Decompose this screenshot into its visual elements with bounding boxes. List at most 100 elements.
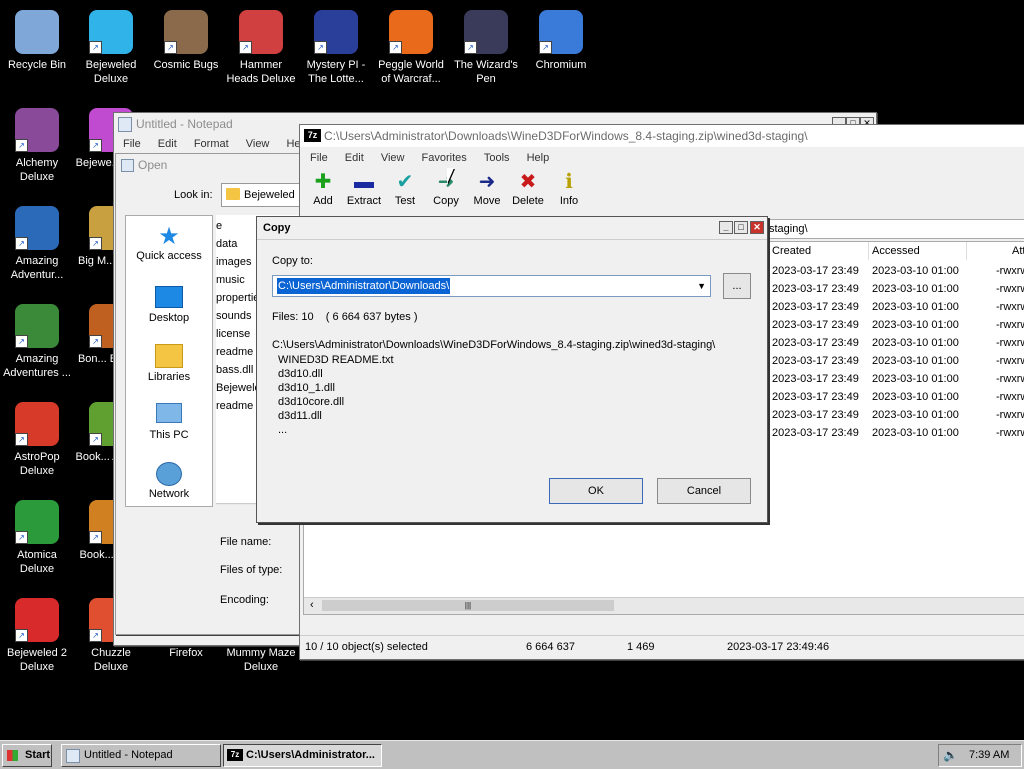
toolbar-label: Copy [433,195,459,207]
table-row[interactable]: 2023-03-17 23:49 2023-03-10 01:00 -rwxrw [770,406,1024,424]
menu-file[interactable]: File [303,149,335,167]
menu-view[interactable]: View [239,135,277,153]
desktop-icon-8[interactable]: ↗ Alchemy Deluxe [0,102,74,184]
menu-tools[interactable]: Tools [477,149,517,167]
address-bar[interactable]: staging\ [765,219,1024,239]
start-button[interactable]: Start [2,744,52,767]
copy-button[interactable]: ➜ Copy [426,169,466,207]
place-this-pc[interactable]: This PC [126,403,212,441]
horizontal-scrollbar[interactable]: ‹ ||| [304,597,1024,614]
cancel-button[interactable]: Cancel [657,478,751,504]
gem-icon: ↗ [89,10,133,54]
desktop-icon-1[interactable]: ↗ Bejeweled Deluxe [74,4,148,86]
table-row[interactable]: 2023-03-17 23:49 2023-03-10 01:00 -rwxrw [770,334,1024,352]
table-row[interactable]: 2023-03-17 23:49 2023-03-10 01:00 -rwxrw [770,298,1024,316]
place-label: Network [148,488,190,500]
file-list-item[interactable]: readme [216,343,253,361]
menu-edit[interactable]: Edit [151,135,184,153]
menu-help[interactable]: Help [520,149,557,167]
maximize-icon[interactable]: □ [734,221,748,234]
file-list-item[interactable]: bass.dll [216,361,253,379]
desktop-icon-2[interactable]: ↗ Cosmic Bugs [149,4,223,72]
browse-button[interactable]: ... [723,273,751,299]
place-network[interactable]: Network [126,462,212,500]
chevron-down-icon[interactable]: ▼ [697,276,706,296]
file-list-item[interactable]: readme [216,397,253,415]
desktop-icon-9[interactable]: ↗ Amazing Adventur... [0,200,74,282]
copy-to-value[interactable]: C:\Users\Administrator\Downloads\ [277,278,451,294]
desktop-icon-11[interactable]: ↗ AstroPop Deluxe [0,396,74,478]
file-list-item[interactable]: e [216,217,222,235]
file-list-item[interactable]: sounds [216,307,251,325]
place-quick-access[interactable]: ★ Quick access [126,223,212,263]
menu-format[interactable]: Format [187,135,236,153]
column-created[interactable]: Created [770,242,869,260]
desktop-icon-6[interactable]: ↗ The Wizard's Pen [449,4,523,86]
cell-accessed: 2023-03-10 01:00 [872,337,959,349]
delete-button[interactable]: ✖ Delete [508,169,548,207]
star-icon: ★ [158,223,180,250]
place-label: Quick access [136,250,202,262]
place-desktop[interactable]: Desktop [126,286,212,324]
file-list-item[interactable]: data [216,235,237,253]
file-list-item[interactable]: music [216,271,245,289]
file-item-list: WINED3D README.txt d3d10.dll d3d10_1.dll d3… [278,353,394,437]
wizard-icon: ↗ [464,10,508,54]
cell-attr: -rwxrw [996,391,1024,403]
place-libraries[interactable]: Libraries [126,344,212,383]
taskbar-item-notepad[interactable]: Untitled - Notepad [61,744,221,767]
test-button[interactable]: ✔ Test [385,169,425,207]
open-dialog-titlebar[interactable]: Open [116,154,316,176]
taskbar-item-sevenzip[interactable]: 7z C:\Users\Administrator... [223,744,382,767]
desktop-icon-13[interactable]: ↗ Bejeweled 2 Deluxe [0,592,74,674]
system-tray: 🔈 7:39 AM [938,744,1022,767]
move-button[interactable]: ➜ Move [467,169,507,207]
menu-file[interactable]: File [116,135,148,153]
menu-edit[interactable]: Edit [338,149,371,167]
scroll-thumb[interactable]: ||| [322,600,614,611]
gem2-icon: ↗ [15,598,59,642]
scroll-left-icon[interactable]: ‹ [310,599,314,611]
file-item: d3d10core.dll [278,396,345,408]
copy-dialog-titlebar[interactable]: Copy _ □ ✕ [257,217,767,240]
table-row[interactable]: 2023-03-17 23:49 2023-03-10 01:00 -rwxrw [770,352,1024,370]
table-row[interactable]: 2023-03-17 23:49 2023-03-10 01:00 -rwxrw [770,280,1024,298]
table-row[interactable]: 2023-03-17 23:49 2023-03-10 01:00 -rwxrw [770,370,1024,388]
notepad-app-icon [118,117,132,132]
add-button[interactable]: ✚ Add [303,169,343,207]
speaker-icon[interactable]: 🔈 [943,745,958,766]
minimize-icon[interactable]: _ [719,221,733,234]
look-in-label: Look in: [174,189,213,201]
shortcut-arrow-icon: ↗ [15,139,28,152]
file-list-item[interactable]: license [216,325,250,343]
table-row[interactable]: 2023-03-17 23:49 2023-03-10 01:00 -rwxrw [770,424,1024,442]
desktop-icon-7[interactable]: ↗ Chromium [524,4,598,72]
shortcut-arrow-icon: ↗ [89,139,102,152]
menu-favorites[interactable]: Favorites [415,149,474,167]
ok-button[interactable]: OK [549,478,643,504]
file-list-item[interactable]: images [216,253,251,271]
extract-button[interactable]: ▬ Extract [344,169,384,207]
alchemist-icon: ↗ [15,108,59,152]
desktop-icon-4[interactable]: ↗ Mystery PI - The Lotte... [299,4,373,86]
status-size: 6 664 637 [526,641,575,653]
desktop-icon-0[interactable]: Recycle Bin [0,4,74,72]
scroll-left-icon[interactable]: ‹ [220,504,223,505]
column-accessed[interactable]: Accessed [870,242,967,260]
desktop-icon-10[interactable]: ↗ Amazing Adventures ... [0,298,74,380]
sevenzip-titlebar[interactable]: 7z C:\Users\Administrator\Downloads\Wine… [300,125,1024,147]
address-text: staging\ [769,223,808,235]
column-attributes[interactable]: Att [1012,242,1024,260]
file-list-item[interactable]: Bejewele [216,379,261,397]
copy-to-combobox[interactable]: C:\Users\Administrator\Downloads\ ▼ [272,275,711,297]
table-row[interactable]: 2023-03-17 23:49 2023-03-10 01:00 -rwxrw [770,316,1024,334]
menu-view[interactable]: View [374,149,412,167]
table-row[interactable]: 2023-03-17 23:49 2023-03-10 01:00 -rwxrw [770,262,1024,280]
clock[interactable]: 7:39 AM [969,745,1009,766]
info-button[interactable]: ℹ Info [549,169,589,207]
close-icon[interactable]: ✕ [750,221,764,234]
desktop-icon-5[interactable]: ↗ Peggle World of Warcraf... [374,4,448,86]
desktop-icon-12[interactable]: ↗ Atomica Deluxe [0,494,74,576]
desktop-icon-3[interactable]: ↗ Hammer Heads Deluxe [224,4,298,86]
table-row[interactable]: 2023-03-17 23:49 2023-03-10 01:00 -rwxrw [770,388,1024,406]
